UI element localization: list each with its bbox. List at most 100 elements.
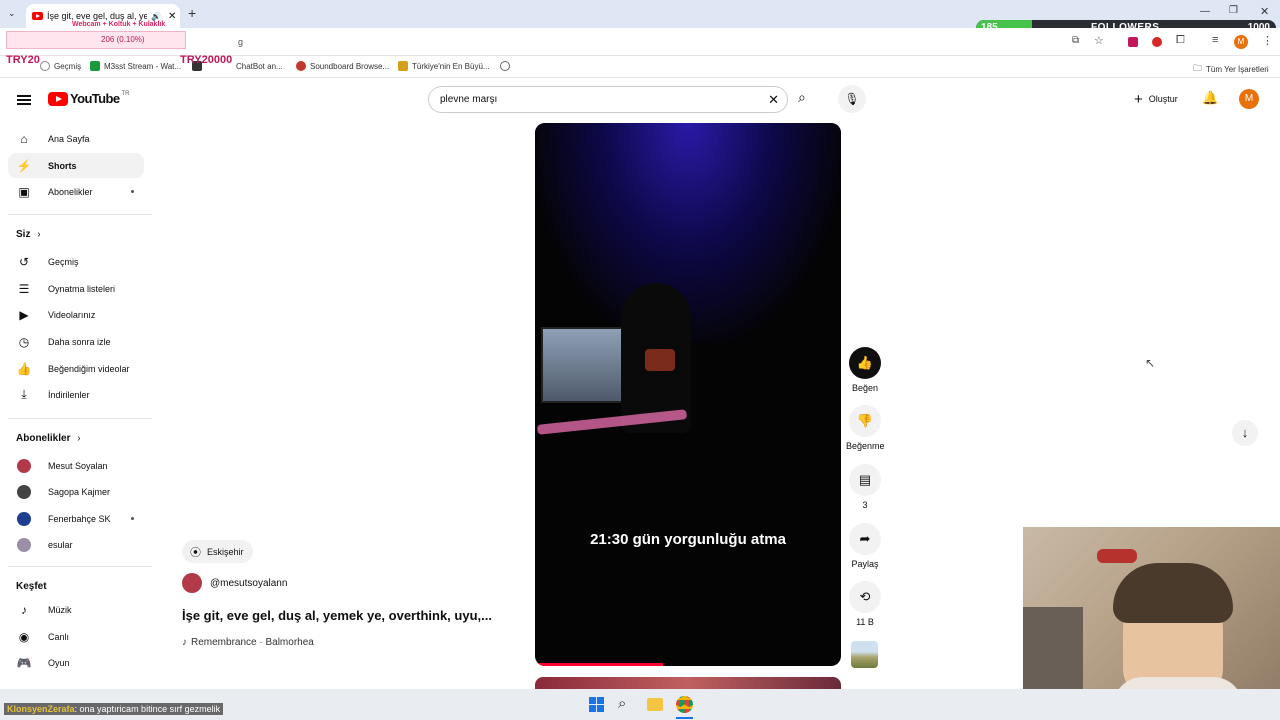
sidebar-sub-fenerbahce[interactable]: Fenerbahçe SK bbox=[8, 506, 144, 531]
kick-icon bbox=[90, 61, 100, 71]
active-app-indicator bbox=[676, 717, 693, 719]
you-section-heading[interactable]: Siz › bbox=[16, 229, 41, 240]
share-action[interactable]: ➦ Paylaş bbox=[846, 523, 884, 569]
sidebar-item-shorts[interactable]: ⚡ Shorts bbox=[8, 153, 144, 178]
music-icon: ♪ bbox=[21, 602, 27, 617]
video-caption: 21:30 gün yorgunluğu atma bbox=[590, 531, 786, 548]
cast-icon[interactable]: ⧉ bbox=[1072, 35, 1079, 46]
comments-action[interactable]: ▤ 3 bbox=[846, 464, 884, 510]
notifications-bell-icon[interactable]: 🔔 bbox=[1202, 90, 1218, 106]
browser-tab-bar: ⌄ İşe git, eve gel, duş al, yem 🔊 ✕ + We… bbox=[0, 0, 1280, 36]
sidebar-sub-esular[interactable]: esular bbox=[8, 532, 144, 557]
channel-row[interactable]: @mesutsoyalann bbox=[182, 573, 287, 593]
sidebar-item-liked-videos[interactable]: 👍 Beğendiğim videolar bbox=[8, 356, 144, 381]
remix-action[interactable]: ⟲ 11 B bbox=[846, 581, 884, 627]
comment-icon[interactable]: ▤ bbox=[849, 464, 881, 496]
ublock-icon[interactable] bbox=[1152, 37, 1162, 47]
next-short-preview[interactable] bbox=[535, 677, 841, 689]
sidebar-item-subscriptions[interactable]: ▣ Abonelikler bbox=[8, 179, 144, 204]
sidebar-sub-sagopa-kajmer[interactable]: Sagopa Kajmer bbox=[8, 479, 144, 504]
globe-icon bbox=[500, 61, 510, 71]
bookmark-turkey[interactable]: Türkiye'nin En Büyü... bbox=[398, 61, 490, 71]
browser-profile-avatar[interactable]: M bbox=[1234, 35, 1248, 49]
tab-close-icon[interactable]: ✕ bbox=[168, 11, 176, 22]
sidebar-item-watch-later[interactable]: ◷ Daha sonra izle bbox=[8, 329, 144, 354]
shirt-logo bbox=[645, 349, 675, 371]
download-icon: ⤓ bbox=[21, 387, 27, 401]
bookmark-soundboard[interactable]: Soundboard Browse... bbox=[296, 61, 389, 71]
new-tab-button[interactable]: + bbox=[188, 5, 196, 21]
address-bar-row: 206 (0.10%) g ⧉ ☆ ⧠ ≡ M ⋮ bbox=[0, 28, 1280, 56]
file-explorer-icon[interactable] bbox=[647, 698, 663, 711]
chevron-right-icon: › bbox=[77, 433, 81, 444]
account-avatar[interactable]: M bbox=[1239, 89, 1259, 109]
extension-icon[interactable] bbox=[1128, 37, 1138, 47]
sidebar-sub-mesut-soyalan[interactable]: Mesut Soyalan bbox=[8, 453, 144, 478]
bookmarks-bar: TRY20 Geçmiş M3sst Stream - Wat... ChatB… bbox=[0, 54, 1280, 78]
sidebar-item-downloads[interactable]: ⤓ İndirilenler bbox=[8, 382, 144, 407]
search-box[interactable]: plevne marşı ✕ bbox=[428, 86, 788, 113]
address-url-fragment[interactable]: g bbox=[238, 37, 243, 47]
windows-start-icon[interactable] bbox=[589, 697, 604, 712]
all-bookmarks-folder[interactable]: 🗀 Tüm Yer İşaretleri bbox=[1193, 61, 1269, 77]
sidebar-item-history[interactable]: ↺ Geçmiş bbox=[8, 249, 144, 274]
sidebar-item-home[interactable]: ⌂ Ana Sayfa bbox=[8, 126, 144, 151]
sidebar-item-your-videos[interactable]: ▶ Videolarınız bbox=[8, 302, 144, 327]
bookmark-stream[interactable]: M3sst Stream - Wat... bbox=[90, 61, 181, 71]
youtube-favicon-icon bbox=[32, 12, 43, 20]
bookmark-history[interactable]: Geçmiş bbox=[40, 61, 81, 71]
chrome-icon[interactable] bbox=[676, 696, 693, 713]
logo-country: TR bbox=[121, 91, 130, 97]
remix-icon[interactable]: ⟲ bbox=[849, 581, 881, 613]
explore-section-heading: Keşfet bbox=[16, 581, 47, 592]
tab-list-chevron-icon[interactable]: ⌄ bbox=[8, 8, 16, 19]
share-icon[interactable]: ➦ bbox=[849, 523, 881, 555]
create-button[interactable]: + Oluştur bbox=[1124, 86, 1188, 112]
voice-search-icon[interactable]: 🎙 bbox=[838, 85, 866, 113]
taskbar-search-icon[interactable]: ⌕ bbox=[618, 695, 626, 712]
music-row[interactable]: ♪ Remembrance · Balmorhea bbox=[182, 637, 314, 648]
clear-search-icon[interactable]: ✕ bbox=[768, 92, 779, 108]
gaming-icon: 🎮 bbox=[16, 655, 32, 670]
location-chip[interactable]: ⦿ Eskişehir bbox=[182, 540, 253, 563]
search-icon[interactable]: ⌕ bbox=[798, 89, 806, 106]
home-icon: ⌂ bbox=[20, 131, 28, 146]
folder-icon: 🗀 bbox=[1193, 63, 1203, 73]
channel-avatar bbox=[17, 511, 31, 526]
window-close-button[interactable]: ✕ bbox=[1260, 5, 1269, 18]
tab-audio-icon[interactable]: 🔊 bbox=[151, 12, 161, 21]
sidebar-item-music[interactable]: ♪ Müzik bbox=[8, 597, 144, 622]
overlay-left-text: TRY20 bbox=[6, 54, 40, 66]
short-video-player[interactable]: 21:30 gün yorgunluğu atma bbox=[535, 123, 841, 666]
sidebar-item-gaming[interactable]: 🎮 Oyun bbox=[8, 650, 144, 675]
youtube-logo[interactable]: YouTube TR bbox=[48, 91, 129, 106]
sound-thumbnail[interactable] bbox=[851, 641, 878, 668]
like-action[interactable]: 👍 Beğen bbox=[846, 347, 884, 393]
plus-icon: + bbox=[1134, 90, 1143, 108]
chat-username: KlonsyenZerafa bbox=[7, 704, 75, 714]
extensions-puzzle-icon[interactable]: ⧠ bbox=[1176, 34, 1185, 47]
bookmark-star-icon[interactable]: ☆ bbox=[1094, 34, 1104, 47]
playlist-icon: ☰ bbox=[18, 281, 30, 296]
history-icon: ↺ bbox=[18, 254, 30, 269]
search-input[interactable]: plevne marşı bbox=[440, 94, 497, 105]
sidebar-item-live[interactable]: ◉ Canlı bbox=[8, 624, 144, 649]
maximize-button[interactable]: ❐ bbox=[1229, 5, 1238, 16]
music-note-icon: ♪ bbox=[182, 637, 187, 648]
channel-avatar[interactable] bbox=[182, 573, 202, 593]
subscriptions-section-heading[interactable]: Abonelikler › bbox=[16, 433, 81, 444]
mouse-cursor-icon: ↖ bbox=[1145, 356, 1156, 370]
thumbs-up-icon[interactable]: 👍 bbox=[849, 347, 881, 379]
next-short-arrow-icon[interactable]: ↓ bbox=[1232, 420, 1258, 446]
sidebar-item-playlists[interactable]: ☰ Oynatma listeleri bbox=[8, 276, 144, 301]
channel-handle[interactable]: @mesutsoyalann bbox=[210, 578, 287, 589]
reading-list-icon[interactable]: ≡ bbox=[1212, 34, 1218, 46]
dislike-action[interactable]: 👎 Beğenme bbox=[846, 405, 885, 451]
browser-menu-icon[interactable]: ⋮ bbox=[1262, 34, 1273, 47]
short-title[interactable]: İşe git, eve gel, duş al, yemek ye, over… bbox=[182, 608, 492, 623]
bookmark-globe[interactable] bbox=[500, 61, 510, 71]
thumbs-down-icon[interactable]: 👎 bbox=[849, 405, 881, 437]
video-progress-bar[interactable] bbox=[535, 663, 663, 666]
minimize-button[interactable]: — bbox=[1200, 6, 1210, 17]
hamburger-menu-icon[interactable] bbox=[17, 93, 31, 107]
